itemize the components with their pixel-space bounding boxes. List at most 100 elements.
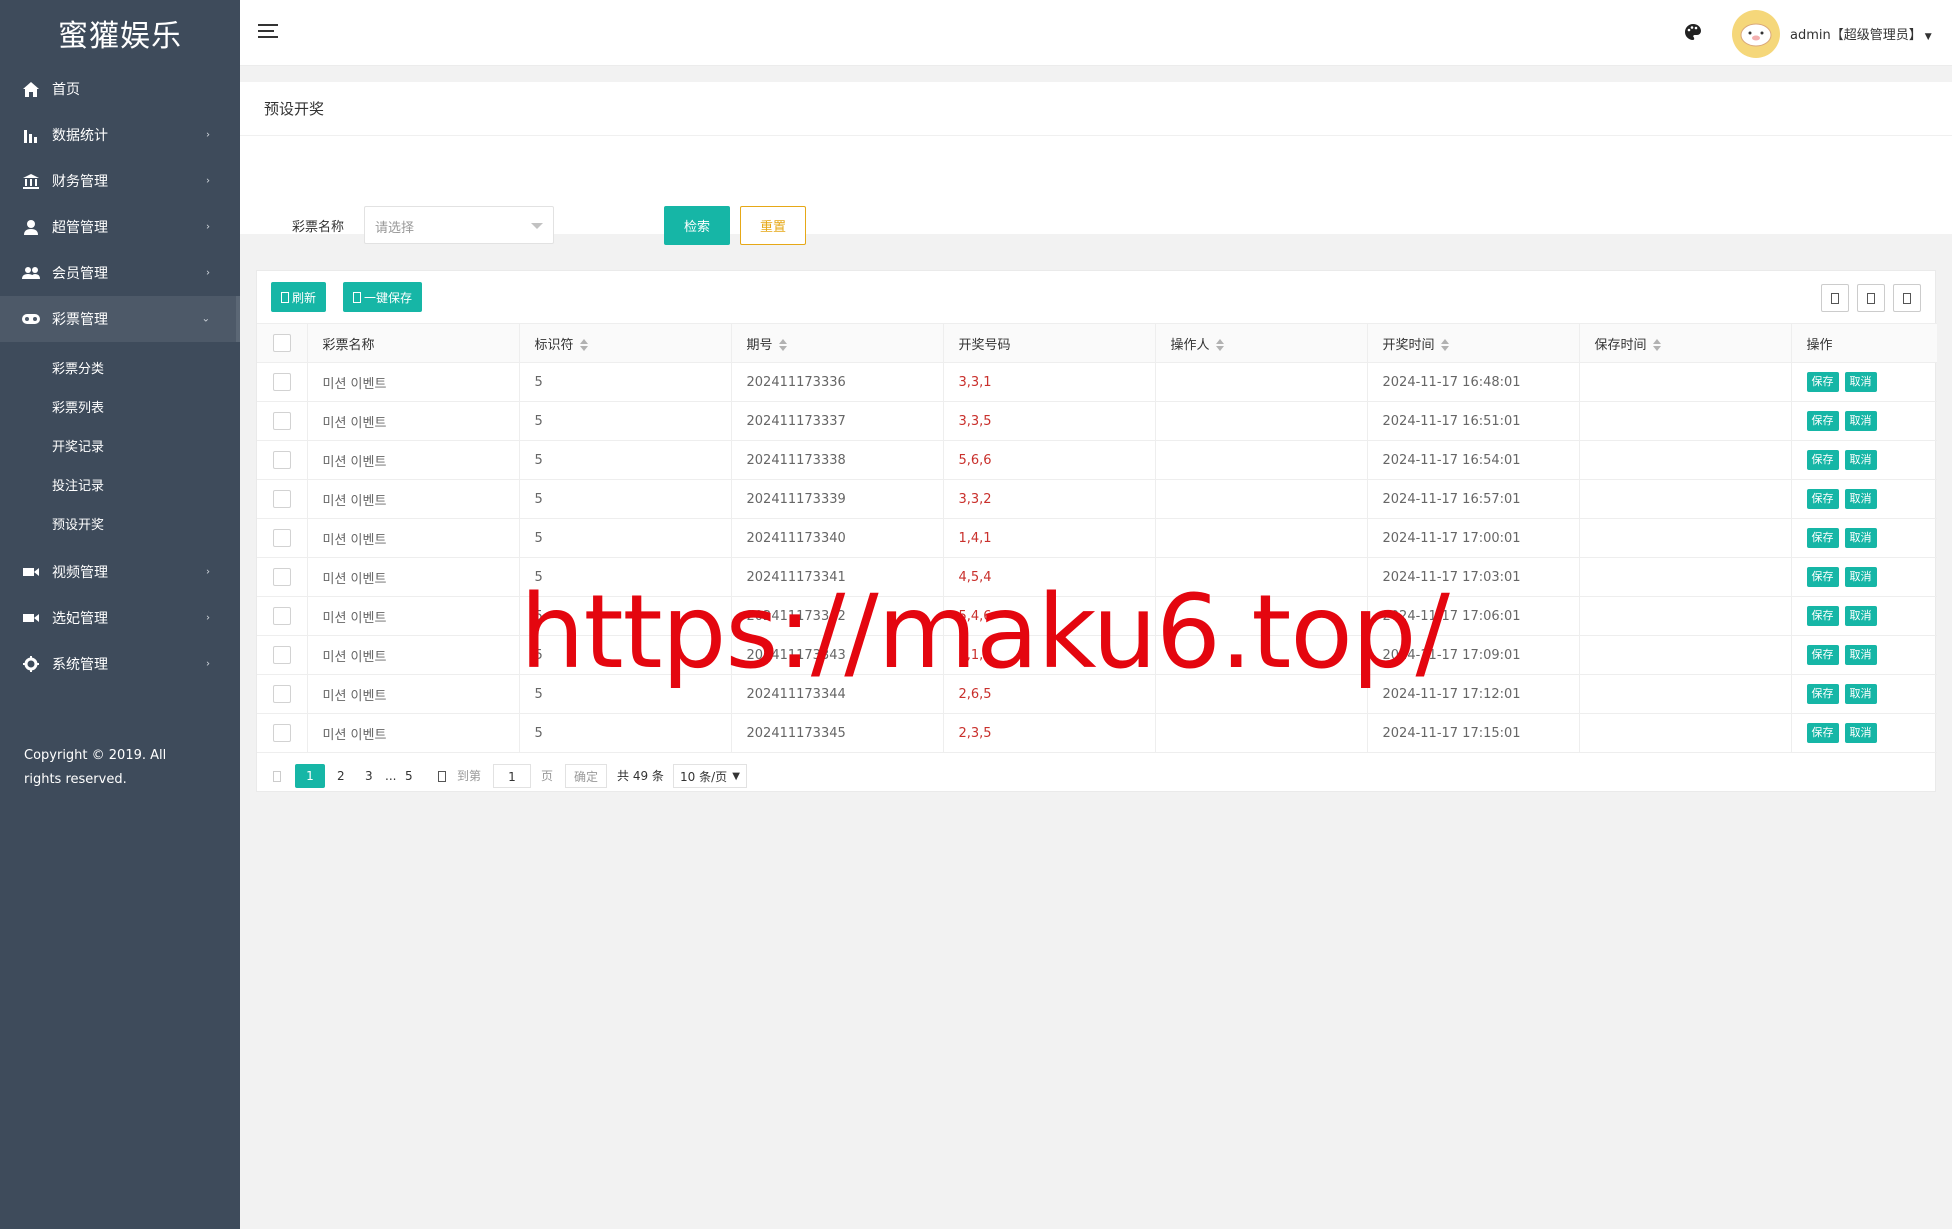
col-header-operator[interactable]: 操作人 <box>1155 323 1368 363</box>
cell-actions: 保存 取消 <box>1791 674 1937 714</box>
page-current[interactable]: 1 <box>295 764 325 788</box>
sidebar-item-lottery[interactable]: 彩票管理 ⌄ <box>0 296 240 342</box>
cell-actions: 保存 取消 <box>1791 362 1937 402</box>
row-save-button[interactable]: 保存 <box>1806 450 1839 470</box>
export-icon[interactable] <box>1857 284 1885 312</box>
row-checkbox[interactable] <box>272 685 291 703</box>
sort-icon[interactable] <box>579 339 588 351</box>
sidebar-item-members[interactable]: 会员管理 › <box>0 250 240 296</box>
row-checkbox[interactable] <box>272 646 291 664</box>
cell-save-time <box>1579 440 1792 480</box>
goto-page-input[interactable]: 1 <box>493 764 531 788</box>
row-checkbox[interactable] <box>272 412 291 430</box>
prev-page-icon[interactable] <box>273 771 281 782</box>
row-cancel-button[interactable]: 取消 <box>1844 723 1877 743</box>
row-save-button[interactable]: 保存 <box>1806 606 1839 626</box>
sidebar-item-home[interactable]: 首页 <box>0 66 240 112</box>
page-link[interactable]: 3 <box>365 764 373 788</box>
row-checkbox[interactable] <box>272 607 291 625</box>
cell-draw-time: 2024-11-17 16:51:01 <box>1367 401 1580 441</box>
cell-numbers: 2,3,5 <box>943 713 1156 753</box>
sidebar-subitem-lottery-category[interactable]: 彩票分类 <box>0 348 240 387</box>
cell-numbers: 3,3,1 <box>943 362 1156 402</box>
menu-icon[interactable] <box>258 24 278 40</box>
filter-columns-icon[interactable] <box>1821 284 1849 312</box>
cell-issue: 202411173345 <box>731 713 944 753</box>
sidebar-item-video[interactable]: 视频管理 › <box>0 549 240 595</box>
sidebar-item-consort[interactable]: 选妃管理 › <box>0 595 240 641</box>
reset-button[interactable]: 重置 <box>740 206 806 245</box>
row-cancel-button[interactable]: 取消 <box>1844 567 1877 587</box>
home-icon <box>22 80 40 98</box>
row-checkbox[interactable] <box>272 490 291 508</box>
sidebar-item-statistics[interactable]: 数据统计 › <box>0 112 240 158</box>
row-cancel-button[interactable]: 取消 <box>1844 411 1877 431</box>
print-icon[interactable] <box>1893 284 1921 312</box>
cell-save-time <box>1579 401 1792 441</box>
row-save-button[interactable]: 保存 <box>1806 372 1839 392</box>
page-link-last[interactable]: 5 <box>405 764 413 788</box>
user-menu[interactable]: admin【超级管理员】 ▼ <box>1790 24 1932 43</box>
col-header-identifier[interactable]: 标识符 <box>519 323 732 363</box>
row-save-button[interactable]: 保存 <box>1806 723 1839 743</box>
col-header-save-time[interactable]: 保存时间 <box>1579 323 1792 363</box>
select-all-checkbox[interactable] <box>272 334 291 352</box>
palette-icon[interactable] <box>1684 23 1704 43</box>
row-select-cell <box>257 713 308 753</box>
row-cancel-button[interactable]: 取消 <box>1844 645 1877 665</box>
row-cancel-button[interactable]: 取消 <box>1844 489 1877 509</box>
row-save-button[interactable]: 保存 <box>1806 567 1839 587</box>
cell-identifier: 5 <box>519 401 732 441</box>
bank-icon <box>22 172 40 190</box>
row-checkbox[interactable] <box>272 373 291 391</box>
sort-icon[interactable] <box>1440 339 1449 351</box>
next-page-icon[interactable] <box>438 771 446 782</box>
row-checkbox[interactable] <box>272 724 291 742</box>
sidebar-subitem-lottery-list[interactable]: 彩票列表 <box>0 387 240 426</box>
cell-issue: 202411173338 <box>731 440 944 480</box>
chevron-right-icon: › <box>206 658 210 670</box>
row-select-cell <box>257 518 308 558</box>
row-cancel-button[interactable]: 取消 <box>1844 372 1877 392</box>
row-checkbox[interactable] <box>272 568 291 586</box>
row-cancel-button[interactable]: 取消 <box>1844 684 1877 704</box>
row-save-button[interactable]: 保存 <box>1806 528 1839 548</box>
cell-actions: 保存 取消 <box>1791 401 1937 441</box>
sidebar-subitem-preset-draw[interactable]: 预设开奖 <box>0 504 240 543</box>
lottery-name-select[interactable]: 请选择 <box>364 206 554 244</box>
bar-chart-icon <box>22 126 40 144</box>
cell-numbers: 3,3,5 <box>943 401 1156 441</box>
cell-lottery-name: 미션 이벤트 <box>307 518 520 558</box>
sidebar-subitem-bet-records[interactable]: 投注记录 <box>0 465 240 504</box>
row-checkbox[interactable] <box>272 451 291 469</box>
col-header-issue[interactable]: 期号 <box>731 323 944 363</box>
avatar[interactable] <box>1732 10 1780 58</box>
sort-icon[interactable] <box>1652 339 1661 351</box>
refresh-button[interactable]: 刷新 <box>271 282 327 312</box>
cell-actions: 保存 取消 <box>1791 635 1937 675</box>
row-save-button[interactable]: 保存 <box>1806 684 1839 704</box>
goto-confirm-button[interactable]: 确定 <box>565 764 607 788</box>
sidebar-item-system[interactable]: 系统管理 › <box>0 641 240 687</box>
row-checkbox[interactable] <box>272 529 291 547</box>
col-header-lottery-name: 彩票名称 <box>307 323 520 363</box>
row-save-button[interactable]: 保存 <box>1806 645 1839 665</box>
save-all-button[interactable]: 一键保存 <box>343 282 423 312</box>
sidebar-subitem-draw-records[interactable]: 开奖记录 <box>0 426 240 465</box>
row-cancel-button[interactable]: 取消 <box>1844 450 1877 470</box>
row-save-button[interactable]: 保存 <box>1806 489 1839 509</box>
page-size-select[interactable]: 10 条/页 ▼ <box>673 764 747 788</box>
sidebar-item-finance[interactable]: 财务管理 › <box>0 158 240 204</box>
row-cancel-button[interactable]: 取消 <box>1844 606 1877 626</box>
col-header-draw-time[interactable]: 开奖时间 <box>1367 323 1580 363</box>
row-save-button[interactable]: 保存 <box>1806 411 1839 431</box>
sidebar-item-label: 首页 <box>52 82 80 98</box>
search-button[interactable]: 检索 <box>664 206 730 245</box>
page-link[interactable]: 2 <box>337 764 345 788</box>
row-cancel-button[interactable]: 取消 <box>1844 528 1877 548</box>
sidebar-item-label: 数据统计 <box>52 128 108 144</box>
sidebar-item-super-admin[interactable]: 超管管理 › <box>0 204 240 250</box>
table-row: 미션 이벤트 5 202411173336 3,3,1 2024-11-17 16:48… <box>257 362 1937 402</box>
sort-icon[interactable] <box>778 339 787 351</box>
sort-icon[interactable] <box>1215 339 1224 351</box>
